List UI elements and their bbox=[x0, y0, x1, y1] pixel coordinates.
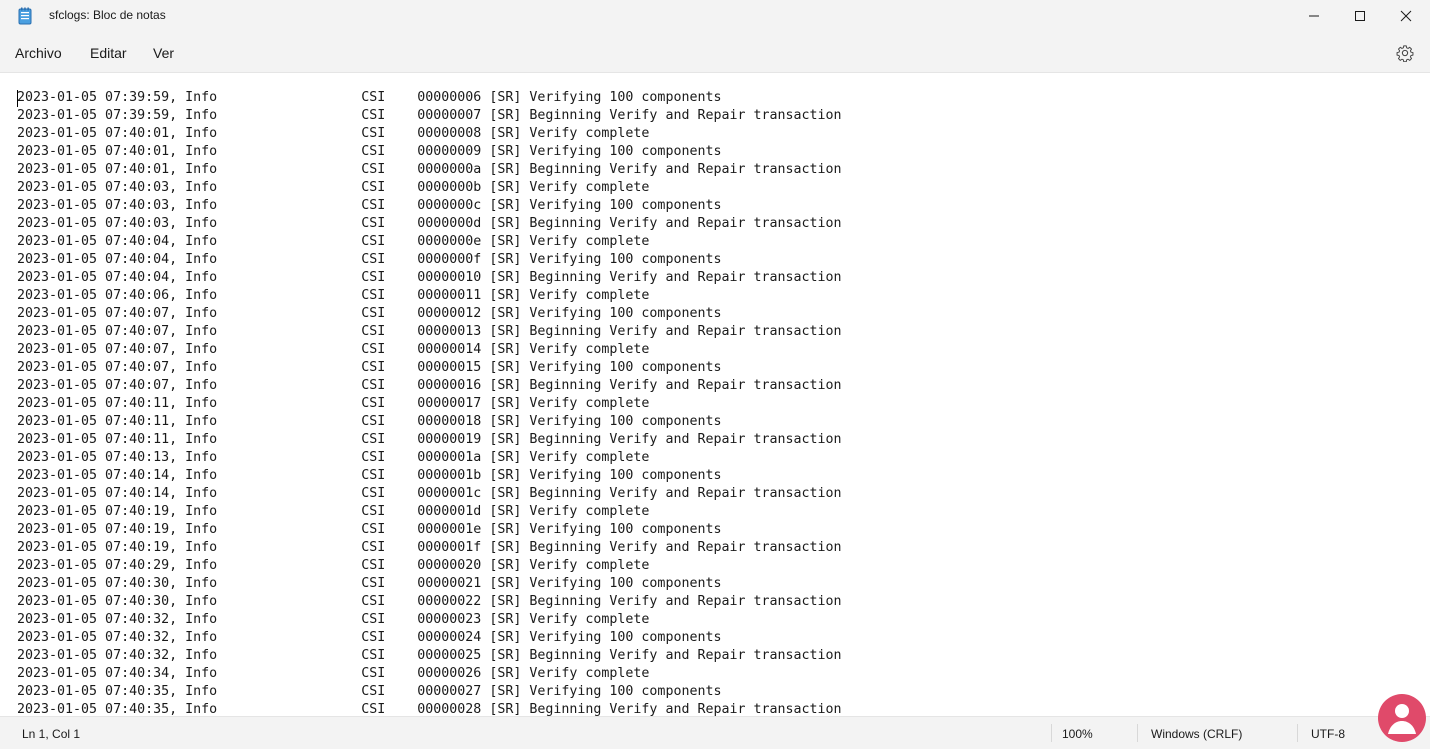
maximize-button[interactable] bbox=[1337, 0, 1383, 32]
text-line: 2023-01-05 07:40:30, Info CSI 00000022 [… bbox=[17, 594, 842, 609]
text-line: 2023-01-05 07:40:30, Info CSI 00000021 [… bbox=[17, 576, 722, 591]
text-line: 2023-01-05 07:40:03, Info CSI 0000000c [… bbox=[17, 198, 722, 213]
text-line: 2023-01-05 07:39:59, Info CSI 00000006 [… bbox=[17, 90, 722, 105]
maximize-icon bbox=[1355, 11, 1365, 21]
watermark-logo-icon bbox=[1376, 692, 1428, 744]
text-line: 2023-01-05 07:40:03, Info CSI 0000000b [… bbox=[17, 180, 650, 195]
menu-ver[interactable]: Ver bbox=[153, 45, 174, 61]
text-line: 2023-01-05 07:40:04, Info CSI 0000000e [… bbox=[17, 234, 650, 249]
status-divider bbox=[1297, 724, 1298, 742]
text-caret bbox=[17, 90, 18, 107]
status-bar: Ln 1, Col 1 100% Windows (CRLF) UTF-8 bbox=[0, 716, 1430, 748]
text-line: 2023-01-05 07:40:11, Info CSI 00000018 [… bbox=[17, 414, 722, 429]
encoding: UTF-8 bbox=[1311, 727, 1345, 741]
cursor-position: Ln 1, Col 1 bbox=[22, 727, 81, 741]
text-line: 2023-01-05 07:40:32, Info CSI 00000025 [… bbox=[17, 648, 842, 663]
text-line: 2023-01-05 07:40:19, Info CSI 0000001d [… bbox=[17, 504, 650, 519]
text-line: 2023-01-05 07:40:07, Info CSI 00000015 [… bbox=[17, 360, 722, 375]
text-editor[interactable]: 2023-01-05 07:39:59, Info CSI 00000006 [… bbox=[0, 72, 1430, 716]
text-line: 2023-01-05 07:40:34, Info CSI 00000026 [… bbox=[17, 666, 650, 681]
text-line: 2023-01-05 07:40:32, Info CSI 00000023 [… bbox=[17, 612, 650, 627]
text-line: 2023-01-05 07:40:04, Info CSI 0000000f [… bbox=[17, 252, 722, 267]
gear-icon[interactable] bbox=[1396, 44, 1414, 63]
text-line: 2023-01-05 07:40:35, Info CSI 00000027 [… bbox=[17, 684, 722, 699]
title-bar[interactable]: sfclogs: Bloc de notas bbox=[0, 0, 1430, 32]
text-line: 2023-01-05 07:40:01, Info CSI 00000009 [… bbox=[17, 144, 722, 159]
text-line: 2023-01-05 07:40:11, Info CSI 00000017 [… bbox=[17, 396, 650, 411]
text-line: 2023-01-05 07:40:07, Info CSI 00000013 [… bbox=[17, 324, 842, 339]
text-line: 2023-01-05 07:39:59, Info CSI 00000007 [… bbox=[17, 108, 842, 123]
text-line: 2023-01-05 07:40:07, Info CSI 00000016 [… bbox=[17, 378, 842, 393]
text-line: 2023-01-05 07:40:19, Info CSI 0000001f [… bbox=[17, 540, 842, 555]
text-line: 2023-01-05 07:40:03, Info CSI 0000000d [… bbox=[17, 216, 842, 231]
text-line: 2023-01-05 07:40:07, Info CSI 00000012 [… bbox=[17, 306, 722, 321]
text-line: 2023-01-05 07:40:13, Info CSI 0000001a [… bbox=[17, 450, 650, 465]
editor-content: 2023-01-05 07:39:59, Info CSI 00000006 [… bbox=[17, 89, 842, 716]
text-line: 2023-01-05 07:40:04, Info CSI 00000010 [… bbox=[17, 270, 842, 285]
close-icon bbox=[1400, 10, 1412, 22]
line-ending: Windows (CRLF) bbox=[1151, 727, 1243, 741]
zoom-level: 100% bbox=[1062, 727, 1093, 741]
text-line: 2023-01-05 07:40:19, Info CSI 0000001e [… bbox=[17, 522, 722, 537]
text-line: 2023-01-05 07:40:35, Info CSI 00000028 [… bbox=[17, 702, 842, 716]
minimize-button[interactable] bbox=[1291, 0, 1337, 32]
text-line: 2023-01-05 07:40:14, Info CSI 0000001b [… bbox=[17, 468, 722, 483]
minimize-icon bbox=[1309, 15, 1319, 17]
text-line: 2023-01-05 07:40:06, Info CSI 00000011 [… bbox=[17, 288, 650, 303]
text-line: 2023-01-05 07:40:01, Info CSI 0000000a [… bbox=[17, 162, 842, 177]
menu-archivo[interactable]: Archivo bbox=[15, 45, 62, 61]
text-line: 2023-01-05 07:40:01, Info CSI 00000008 [… bbox=[17, 126, 650, 141]
text-line: 2023-01-05 07:40:32, Info CSI 00000024 [… bbox=[17, 630, 722, 645]
status-divider bbox=[1051, 724, 1052, 742]
text-line: 2023-01-05 07:40:29, Info CSI 00000020 [… bbox=[17, 558, 650, 573]
text-line: 2023-01-05 07:40:07, Info CSI 00000014 [… bbox=[17, 342, 650, 357]
close-button[interactable] bbox=[1383, 0, 1429, 32]
window-title: sfclogs: Bloc de notas bbox=[49, 8, 166, 22]
menu-bar: Archivo Editar Ver bbox=[0, 32, 1430, 72]
menu-editar[interactable]: Editar bbox=[90, 45, 127, 61]
text-line: 2023-01-05 07:40:11, Info CSI 00000019 [… bbox=[17, 432, 842, 447]
text-line: 2023-01-05 07:40:14, Info CSI 0000001c [… bbox=[17, 486, 842, 501]
notepad-icon bbox=[18, 7, 32, 25]
status-divider bbox=[1137, 724, 1138, 742]
